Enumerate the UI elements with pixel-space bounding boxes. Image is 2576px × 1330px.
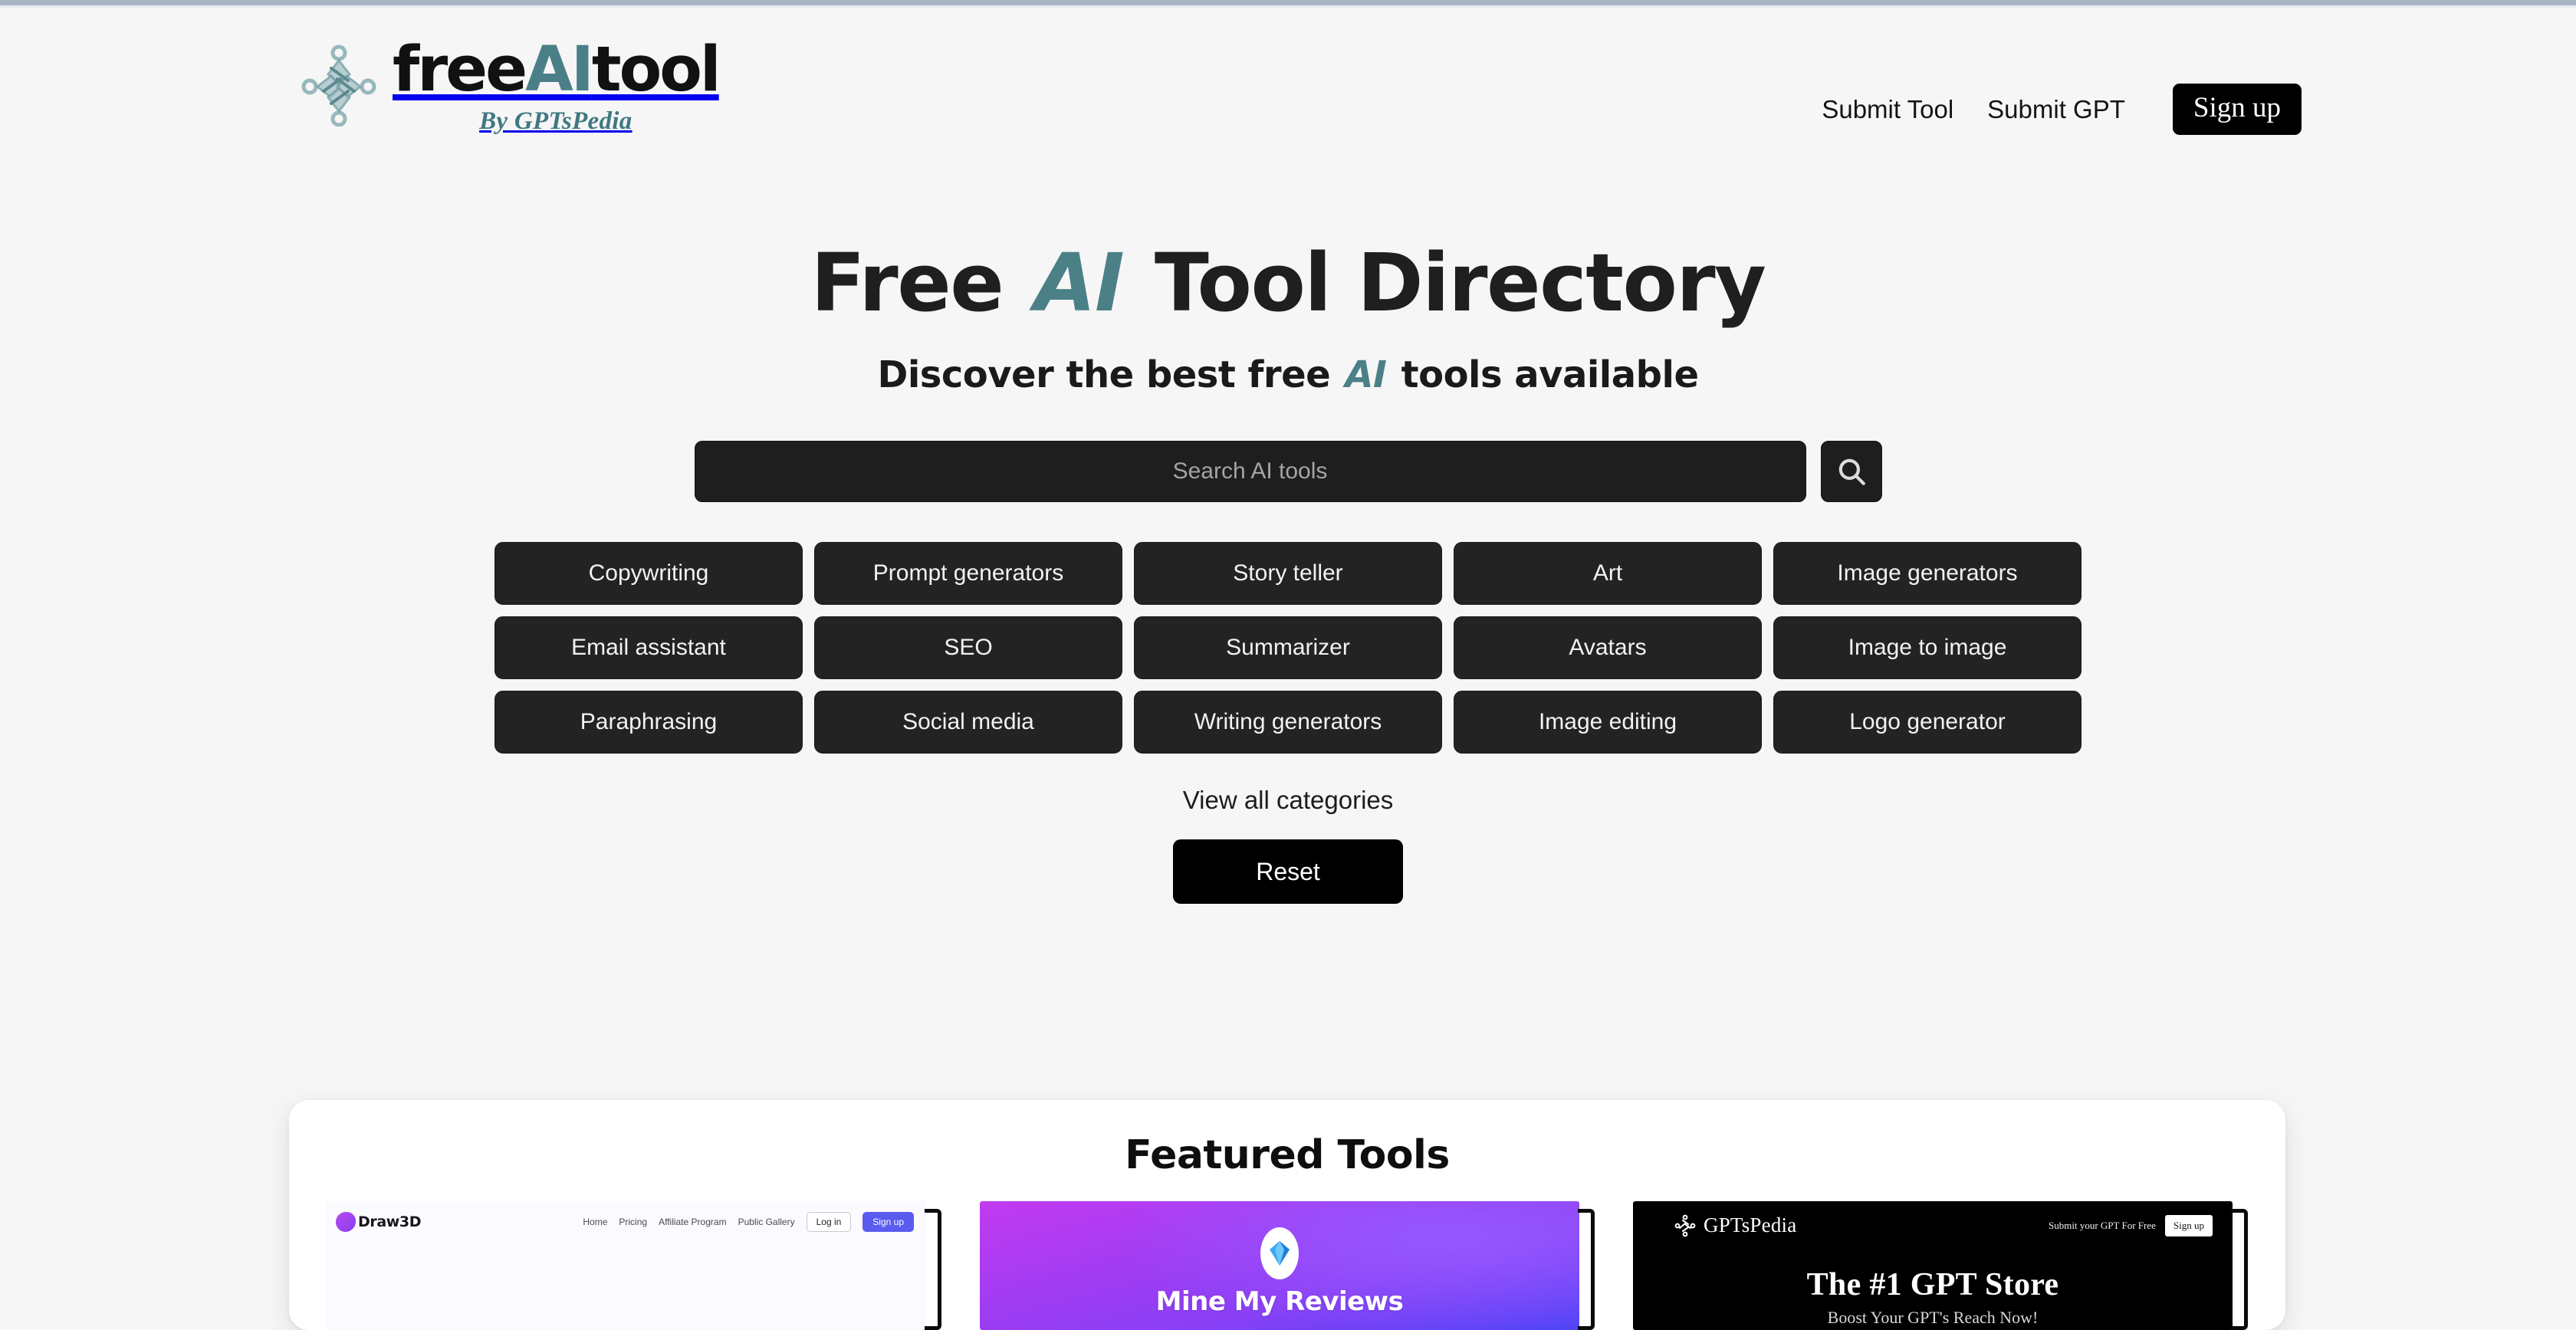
reset-button[interactable]: Reset (1173, 839, 1403, 904)
featured-tools-section: Featured Tools Draw3D Home Pricing Affil… (289, 1100, 2285, 1330)
card-screenshot: Mine My Reviews (980, 1201, 1579, 1330)
pinwheel-link-icon (301, 44, 377, 126)
draw3d-link-gallery[interactable]: Public Gallery (738, 1217, 795, 1227)
view-all-categories-link[interactable]: View all categories (0, 786, 2576, 815)
draw3d-link-home[interactable]: Home (583, 1217, 607, 1227)
page-title: Free AI Tool Directory (0, 243, 2576, 323)
gem-icon (1268, 1240, 1291, 1266)
hero-section: Free AI Tool Directory Discover the best… (0, 243, 2576, 904)
search-bar (0, 441, 2576, 502)
draw3d-brand: Draw3D (358, 1213, 421, 1230)
draw3d-links: Home Pricing Affiliate Program Public Ga… (583, 1212, 914, 1232)
featured-card-gptspedia[interactable]: GPTsPedia Submit your GPT For Free Sign … (1633, 1198, 2248, 1330)
category-seo[interactable]: SEO (814, 616, 1122, 679)
nav-submit-tool[interactable]: Submit Tool (1805, 95, 1970, 124)
browser-chrome-edge (0, 0, 2576, 5)
category-email-assistant[interactable]: Email assistant (495, 616, 803, 679)
featured-cards-row: Draw3D Home Pricing Affiliate Program Pu… (289, 1198, 2285, 1330)
category-paraphrasing[interactable]: Paraphrasing (495, 691, 803, 754)
search-input[interactable] (695, 441, 1806, 502)
card-device-frame (925, 1209, 941, 1330)
card-device-frame (2231, 1209, 2248, 1330)
logo-wordmark: freeAItool (393, 38, 719, 103)
draw3d-signup-button[interactable]: Sign up (863, 1212, 914, 1232)
card-device-frame (1578, 1209, 1595, 1330)
draw3d-login-button[interactable]: Log in (807, 1212, 852, 1232)
draw3d-link-affiliate[interactable]: Affiliate Program (659, 1217, 726, 1227)
gptspedia-subheadline: Boost Your GPT's Reach Now! (1828, 1308, 2039, 1328)
card-screenshot: GPTsPedia Submit your GPT For Free Sign … (1633, 1201, 2233, 1330)
gptspedia-brand: GPTsPedia (1704, 1213, 1796, 1237)
draw3d-logo-icon (336, 1212, 356, 1232)
search-icon (1835, 455, 1868, 488)
site-header: freeAItool By GPTsPedia Submit Tool Subm… (0, 8, 2576, 183)
category-social-media[interactable]: Social media (814, 691, 1122, 754)
category-avatars[interactable]: Avatars (1454, 616, 1762, 679)
category-logo-generator[interactable]: Logo generator (1773, 691, 2082, 754)
gptspedia-signup-button[interactable]: Sign up (2165, 1215, 2213, 1236)
category-art[interactable]: Art (1454, 542, 1762, 605)
gptspedia-nav-right: Submit your GPT For Free Sign up (2049, 1215, 2213, 1236)
category-image-generators[interactable]: Image generators (1773, 542, 2082, 605)
signup-button[interactable]: Sign up (2173, 84, 2302, 135)
site-logo[interactable]: freeAItool By GPTsPedia (301, 38, 719, 136)
gptspedia-headline: The #1 GPT Store (1807, 1266, 2059, 1303)
gptspedia-submit-cta[interactable]: Submit your GPT For Free (2049, 1220, 2156, 1232)
category-prompt-generators[interactable]: Prompt generators (814, 542, 1122, 605)
category-writing-generators[interactable]: Writing generators (1134, 691, 1442, 754)
gptspedia-navbar: GPTsPedia Submit your GPT For Free Sign … (1633, 1201, 2233, 1237)
featured-card-mine-my-reviews[interactable]: Mine My Reviews (980, 1198, 1595, 1330)
category-grid: Copywriting Prompt generators Story tell… (495, 542, 2082, 754)
category-image-editing[interactable]: Image editing (1454, 691, 1762, 754)
mmr-tool-name: Mine My Reviews (1156, 1286, 1404, 1317)
search-button[interactable] (1821, 441, 1882, 502)
category-image-to-image[interactable]: Image to image (1773, 616, 2082, 679)
nav-submit-gpt[interactable]: Submit GPT (1970, 95, 2142, 124)
page-root: freeAItool By GPTsPedia Submit Tool Subm… (0, 8, 2576, 1312)
draw3d-navbar: Draw3D Home Pricing Affiliate Program Pu… (327, 1201, 926, 1232)
pinwheel-link-icon (1674, 1214, 1696, 1237)
category-summarizer[interactable]: Summarizer (1134, 616, 1442, 679)
card-screenshot: Draw3D Home Pricing Affiliate Program Pu… (327, 1201, 926, 1330)
featured-card-draw3d[interactable]: Draw3D Home Pricing Affiliate Program Pu… (327, 1198, 941, 1330)
page-subtitle: Discover the best free AI tools availabl… (0, 353, 2576, 396)
top-navigation: Submit Tool Submit GPT Sign up (1805, 84, 2302, 135)
category-copywriting[interactable]: Copywriting (495, 542, 803, 605)
featured-tools-title: Featured Tools (289, 1132, 2285, 1178)
category-story-teller[interactable]: Story teller (1134, 542, 1442, 605)
reset-row: Reset (0, 839, 2576, 904)
logo-tagline: By GPTsPedia (479, 107, 632, 136)
draw3d-link-pricing[interactable]: Pricing (619, 1217, 647, 1227)
mmr-logo-badge (1260, 1227, 1299, 1279)
